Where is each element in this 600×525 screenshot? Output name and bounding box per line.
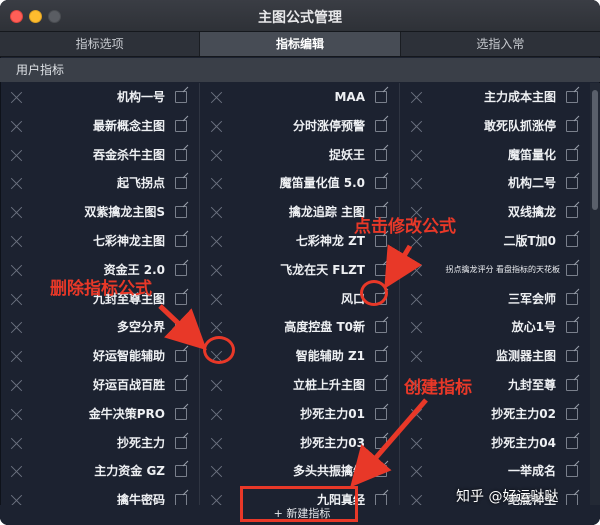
arrow-to-create (350, 398, 428, 488)
arrow-to-delete (158, 304, 207, 351)
annotation-arrows (158, 244, 428, 488)
arrow-to-edit (384, 244, 423, 289)
watermark-text: 知乎 @好运哒哒 (456, 489, 559, 505)
